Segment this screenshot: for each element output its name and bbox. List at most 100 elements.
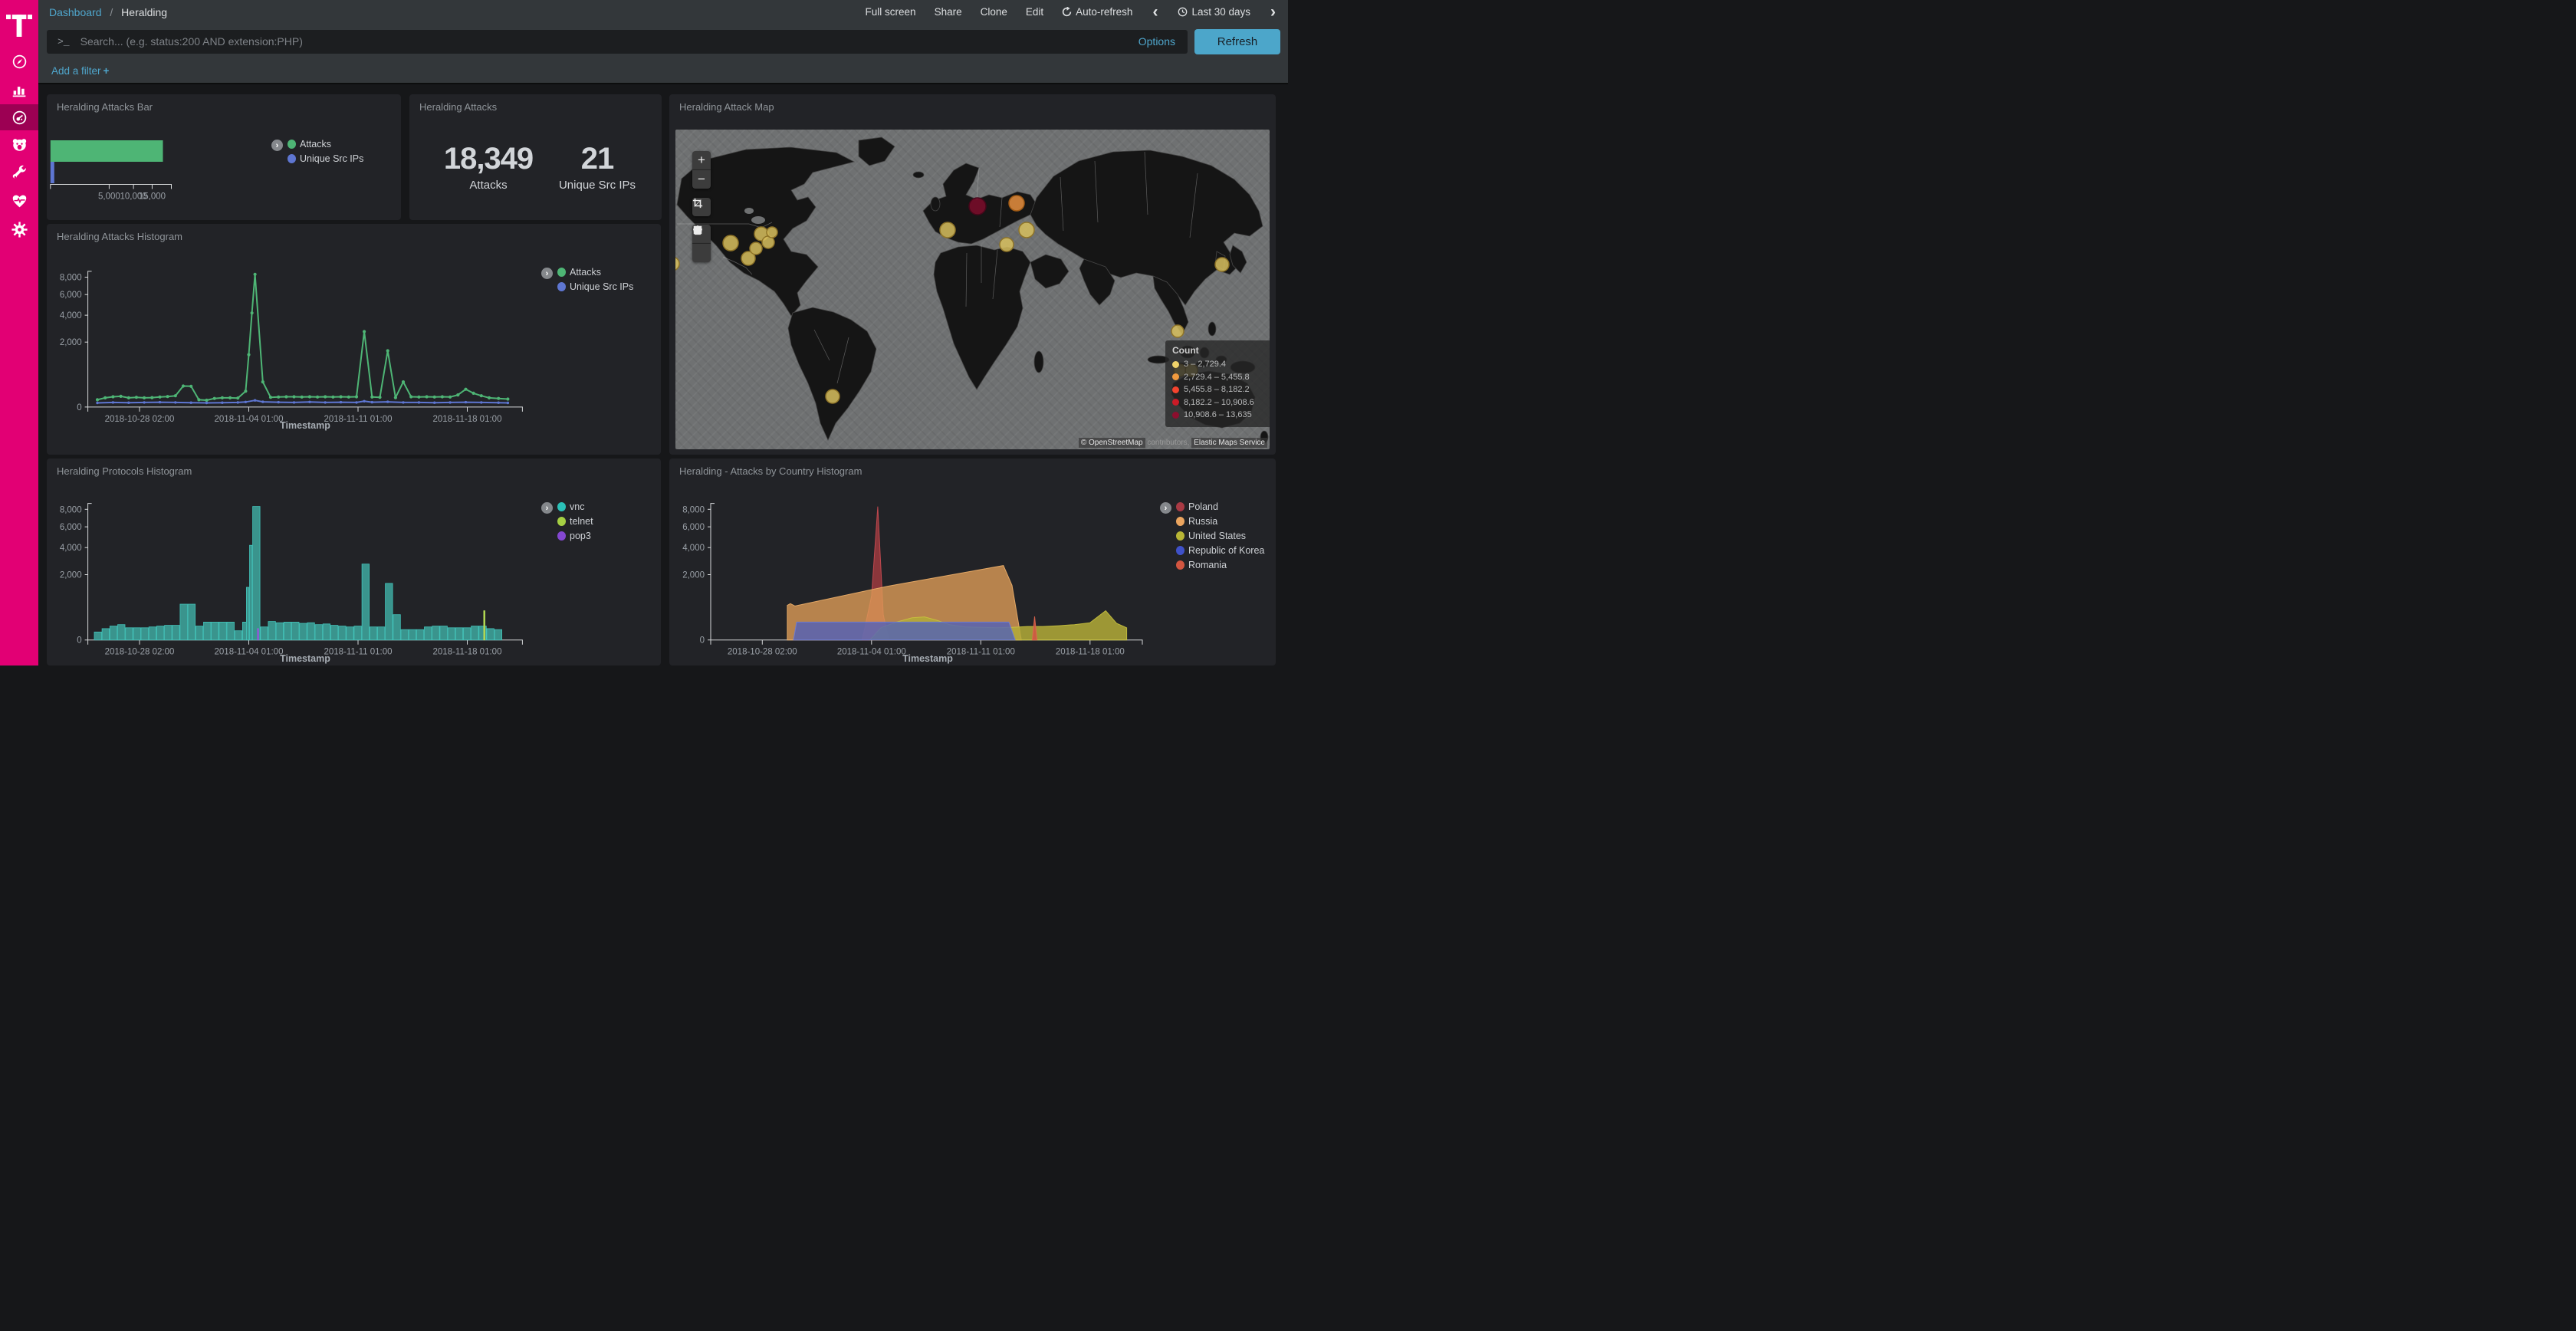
search-input[interactable] <box>79 35 1129 48</box>
zoom-in-button[interactable]: + <box>692 151 711 170</box>
legend-item[interactable]: Attacks <box>288 139 363 150</box>
legend-dot <box>557 531 566 541</box>
search-box: >_ Options <box>47 30 1188 54</box>
legend-item[interactable]: Republic of Korea <box>1176 545 1264 556</box>
map-legend-dot <box>1172 412 1179 419</box>
share-button[interactable]: Share <box>935 6 962 18</box>
breadcrumb: Dashboard / Heralding <box>49 6 167 18</box>
plus-icon: + <box>104 65 110 77</box>
metric-value: 18,349 <box>431 142 546 176</box>
legend-item[interactable]: telnet <box>557 516 593 527</box>
breadcrumb-current: Heralding <box>121 6 167 18</box>
legend-item[interactable]: Unique Src IPs <box>288 153 363 164</box>
attack-circle[interactable] <box>826 389 840 403</box>
sidebar-item-visualize[interactable] <box>0 76 38 104</box>
sidebar-item-management[interactable] <box>0 215 38 244</box>
legend-dot <box>1176 517 1184 526</box>
panel-attacks-histogram: Heralding Attacks Histogram 02,0004,0006… <box>47 224 661 455</box>
svg-text:2018-11-18 01:00: 2018-11-18 01:00 <box>433 415 502 424</box>
map-legend-item: 10,908.6 – 13,635 <box>1172 409 1264 422</box>
svg-text:15,000: 15,000 <box>139 192 166 202</box>
panel-attacks-bar: Heralding Attacks Bar 5,00010,00015,000 … <box>47 94 401 220</box>
metric-unique-src-ips: 21 Unique Src IPs <box>551 142 643 192</box>
legend-dot <box>1176 531 1184 541</box>
map-legend-dot <box>1172 373 1179 380</box>
add-filter-button[interactable]: Add a filter+ <box>51 65 109 77</box>
auto-refresh-button[interactable]: Auto-refresh <box>1062 6 1132 18</box>
map-legend-item: 2,729.4 – 5,455.8 <box>1172 371 1264 384</box>
attack-circle[interactable] <box>723 235 738 251</box>
panel-attack-map: Heralding Attack Map + − <box>669 94 1276 455</box>
gauge-icon <box>12 110 28 126</box>
svg-text:2018-10-28 02:00: 2018-10-28 02:00 <box>728 648 797 657</box>
panel-protocols-histogram: Heralding Protocols Histogram 02,0004,00… <box>47 458 661 666</box>
attack-circle[interactable] <box>1000 238 1014 251</box>
time-back-button[interactable]: ‹ <box>1151 5 1159 19</box>
breadcrumb-dashboard-link[interactable]: Dashboard <box>49 6 102 18</box>
legend-toggle[interactable]: › <box>541 268 553 279</box>
legend-toggle[interactable]: › <box>271 140 283 151</box>
refresh-button[interactable]: Refresh <box>1194 29 1280 54</box>
legend-item[interactable]: pop3 <box>557 531 593 541</box>
crop-icon <box>692 198 703 209</box>
legend-item[interactable]: Attacks <box>557 267 633 278</box>
legend-dot <box>557 517 566 526</box>
attack-circle[interactable] <box>969 198 986 215</box>
time-range-button[interactable]: Last 30 days <box>1178 6 1250 18</box>
legend-toggle[interactable]: › <box>1160 502 1171 514</box>
sidebar-item-discover[interactable] <box>0 48 38 76</box>
legend-item[interactable]: vnc <box>557 501 593 512</box>
svg-text:0: 0 <box>77 636 81 646</box>
svg-text:2,000: 2,000 <box>682 571 705 580</box>
legend-item[interactable]: Poland <box>1176 501 1264 512</box>
map-legend-item: 5,455.8 – 8,182.2 <box>1172 383 1264 396</box>
filter-bar: Add a filter+ <box>38 59 1288 84</box>
bear-icon <box>12 136 28 153</box>
svg-text:8,000: 8,000 <box>60 505 82 514</box>
legend-item[interactable]: Russia <box>1176 516 1264 527</box>
sidebar-item-dashboard[interactable] <box>0 104 38 130</box>
world-map[interactable]: + − <box>675 130 1270 449</box>
map-attribution: © OpenStreetMap contributors, Elastic Ma… <box>1079 439 1267 447</box>
compass-icon <box>12 54 28 70</box>
clock-icon <box>1178 7 1188 17</box>
edit-button[interactable]: Edit <box>1026 6 1043 18</box>
metric-attacks: 18,349 Attacks <box>431 142 546 192</box>
chart-legend: › Attacks Unique Src IPs <box>271 139 363 164</box>
wrench-icon <box>12 165 28 181</box>
legend-item[interactable]: United States <box>1176 531 1264 541</box>
telekom-t-icon <box>6 9 32 38</box>
draw-rectangle-button[interactable] <box>692 244 711 262</box>
top-nav-menu: Full screen Share Clone Edit Auto-refres… <box>866 5 1277 19</box>
attack-circle[interactable] <box>1215 258 1229 271</box>
legend-toggle[interactable]: › <box>541 502 553 514</box>
svg-text:8,000: 8,000 <box>60 274 82 283</box>
sidebar-item-dev-tools[interactable] <box>0 159 38 187</box>
svg-text:2018-11-18 01:00: 2018-11-18 01:00 <box>433 648 502 657</box>
search-options-link[interactable]: Options <box>1138 35 1177 48</box>
attack-circle[interactable] <box>750 242 762 255</box>
zoom-out-button[interactable]: − <box>692 170 711 189</box>
breadcrumb-separator: / <box>110 6 113 18</box>
attack-circle[interactable] <box>940 222 955 238</box>
attack-circle[interactable] <box>767 227 777 238</box>
time-forward-button[interactable]: › <box>1269 5 1277 19</box>
metric-value: 21 <box>551 142 643 176</box>
legend-item[interactable]: Romania <box>1176 560 1264 570</box>
svg-text:2018-11-11 01:00: 2018-11-11 01:00 <box>324 648 392 657</box>
telekom-logo[interactable] <box>0 0 38 48</box>
attack-circle[interactable] <box>1009 196 1024 211</box>
attack-circle[interactable] <box>1171 325 1184 337</box>
clone-button[interactable]: Clone <box>981 6 1007 18</box>
sidebar-item-t-pot[interactable] <box>0 130 38 159</box>
legend-item[interactable]: Unique Src IPs <box>557 281 633 292</box>
full-screen-button[interactable]: Full screen <box>866 6 916 18</box>
attack-circle[interactable] <box>1019 222 1034 238</box>
fit-bounds-button[interactable] <box>692 198 711 216</box>
metric-label: Unique Src IPs <box>551 179 643 192</box>
osm-link[interactable]: © OpenStreetMap <box>1079 438 1145 448</box>
elastic-maps-link[interactable]: Elastic Maps Service <box>1191 438 1267 448</box>
sidebar-item-monitoring[interactable] <box>0 187 38 215</box>
attack-circle[interactable] <box>675 257 679 271</box>
svg-text:2018-11-04 01:00: 2018-11-04 01:00 <box>215 415 284 424</box>
